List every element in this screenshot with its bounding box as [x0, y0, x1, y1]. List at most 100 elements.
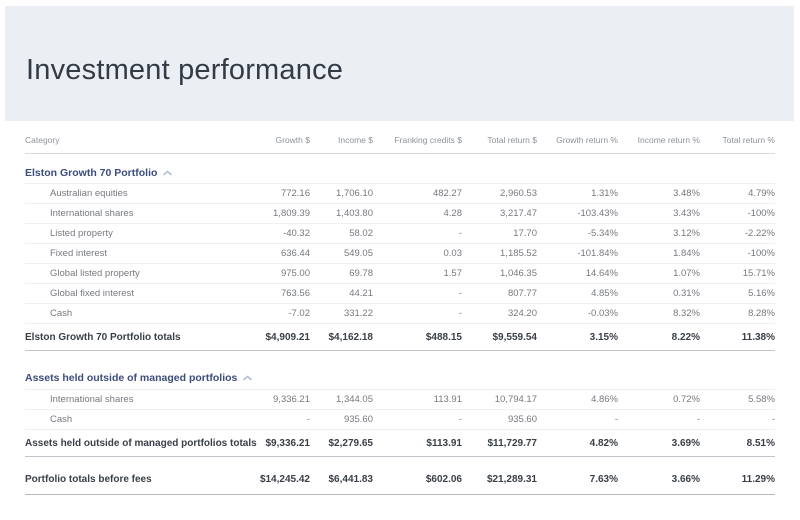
value-cell: -	[373, 409, 462, 430]
row-category: International shares	[25, 389, 247, 410]
value-cell: 1.57	[373, 263, 462, 284]
row-category: Australian equities	[25, 183, 247, 204]
section-toggle[interactable]: Elston Growth 70 Portfolio	[25, 167, 173, 179]
value-cell: 1.84%	[618, 243, 700, 264]
value-cell: 3.12%	[618, 223, 700, 244]
value-cell: 10,794.17	[462, 389, 537, 410]
value-cell: 1,344.05	[310, 389, 373, 410]
spacer-cell	[25, 351, 775, 360]
value-cell: $2,279.65	[310, 429, 373, 457]
table-row: Cash -7.02 331.22-324.20 -0.03% 8.32% 8.28%	[25, 303, 775, 324]
value-cell: 9,336.21	[247, 389, 310, 410]
value-cell: 1.07%	[618, 263, 700, 284]
value-cell: 935.60	[462, 409, 537, 430]
section-totals-row: Assets held outside of managed portfolio…	[25, 429, 775, 457]
totals-label: Elston Growth 70 Portfolio totals	[25, 323, 247, 351]
value-cell: -	[373, 303, 462, 324]
value-cell: 1,706.10	[310, 183, 373, 204]
value-cell: $602.06	[373, 465, 462, 495]
value-cell: 15.71%	[700, 263, 775, 284]
column-header-growth-return-pct: Growth return %	[537, 135, 618, 154]
value-cell: 3.48%	[618, 183, 700, 204]
value-cell: 1,185.52	[462, 243, 537, 264]
value-cell: 5.16%	[700, 283, 775, 304]
value-cell: 2,960.53	[462, 183, 537, 204]
spacer-row	[25, 351, 775, 360]
value-cell: 1,046.35	[462, 263, 537, 284]
value-cell: 8.22%	[618, 323, 700, 351]
value-cell: 7.63%	[537, 465, 618, 495]
value-cell: 11.38%	[700, 323, 775, 351]
value-cell: 1.31%	[537, 183, 618, 204]
value-cell: 14.64%	[537, 263, 618, 284]
value-cell: 4.85%	[537, 283, 618, 304]
value-cell: $21,289.31	[462, 465, 537, 495]
section-header-row: Elston Growth 70 Portfolio	[25, 153, 775, 184]
column-header-franking-credits: Franking credits $	[373, 135, 462, 154]
column-header-total-return-pct: Total return %	[700, 135, 775, 154]
value-cell: -103.43%	[537, 203, 618, 224]
grand-total-row: Portfolio totals before fees $14,245.42 $6…	[25, 465, 775, 495]
section-title: Assets held outside of managed portfolio…	[25, 372, 238, 385]
value-cell: 44.21	[310, 283, 373, 304]
value-cell: $4,909.21	[247, 323, 310, 351]
value-cell: 8.32%	[618, 303, 700, 324]
section-toggle[interactable]: Assets held outside of managed portfolio…	[25, 372, 253, 385]
section-totals-row: Elston Growth 70 Portfolio totals $4,909.…	[25, 323, 775, 351]
row-category: Global fixed interest	[25, 283, 247, 304]
column-header-category: Category	[25, 135, 247, 154]
value-cell: 69.78	[310, 263, 373, 284]
value-cell: 1,403.80	[310, 203, 373, 224]
value-cell: 4.86%	[537, 389, 618, 410]
value-cell: 807.77	[462, 283, 537, 304]
chevron-up-icon[interactable]	[163, 170, 173, 176]
spacer-cell	[25, 457, 775, 466]
table-row: Global listed property 975.00 69.78 1.57 1,0…	[25, 263, 775, 284]
value-cell: $4,162.18	[310, 323, 373, 351]
column-header-row: Category Growth $ Income $ Franking cred…	[25, 135, 775, 154]
column-header-income-return-pct: Income return %	[618, 135, 700, 154]
value-cell: 0.31%	[618, 283, 700, 304]
value-cell: 4.28	[373, 203, 462, 224]
chevron-up-icon[interactable]	[243, 375, 253, 381]
totals-label: Assets held outside of managed portfolio…	[25, 429, 257, 457]
value-cell: 1,809.39	[247, 203, 310, 224]
value-cell: $113.91	[373, 429, 462, 457]
section-header-row: Assets held outside of managed portfolio…	[25, 359, 775, 390]
value-cell: 58.02	[310, 223, 373, 244]
spacer-row	[25, 457, 775, 466]
value-cell: 636.44	[247, 243, 310, 264]
value-cell: -2.22%	[700, 223, 775, 244]
value-cell: 113.91	[373, 389, 462, 410]
row-category: Cash	[25, 303, 247, 324]
value-cell: 331.22	[310, 303, 373, 324]
value-cell: 11.29%	[700, 465, 775, 495]
column-header-growth: Growth $	[247, 135, 310, 154]
row-category: Fixed interest	[25, 243, 247, 264]
table-row: Listed property -40.32 58.02-17.70 -5.34% 3.…	[25, 223, 775, 244]
value-cell: $14,245.42	[247, 465, 310, 495]
value-cell: -7.02	[247, 303, 310, 324]
value-cell: -	[700, 409, 775, 430]
value-cell: 3,217.47	[462, 203, 537, 224]
value-cell: -	[373, 223, 462, 244]
table-row: Fixed interest 636.44 549.05 0.03 1,185.52 -1…	[25, 243, 775, 264]
value-cell: 3.15%	[537, 323, 618, 351]
value-cell: 5.58%	[700, 389, 775, 410]
value-cell: -	[537, 409, 618, 430]
value-cell: 763.56	[247, 283, 310, 304]
value-cell: 935.60	[310, 409, 373, 430]
row-category: Listed property	[25, 223, 247, 244]
value-cell: -5.34%	[537, 223, 618, 244]
table-row: Australian equities 772.16 1,706.10 482.27 2…	[25, 183, 775, 204]
column-header-total-return: Total return $	[462, 135, 537, 154]
section-header-cell: Assets held outside of managed portfolio…	[25, 359, 775, 390]
section-header-cell: Elston Growth 70 Portfolio	[25, 153, 775, 184]
performance-table: Category Growth $ Income $ Franking cred…	[25, 135, 775, 495]
value-cell: $9,559.54	[462, 323, 537, 351]
value-cell: 8.51%	[700, 429, 775, 457]
value-cell: 17.70	[462, 223, 537, 244]
value-cell: $6,441.83	[310, 465, 373, 495]
table-row: Global fixed interest 763.56 44.21-807.77 4…	[25, 283, 775, 304]
value-cell: 324.20	[462, 303, 537, 324]
